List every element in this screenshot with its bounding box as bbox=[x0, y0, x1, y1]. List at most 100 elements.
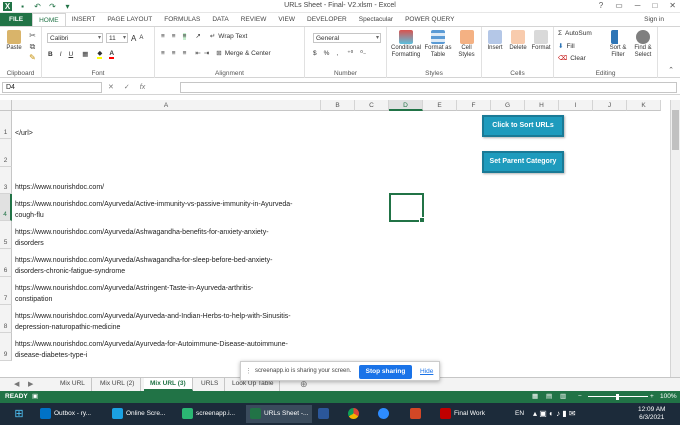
maximize-icon[interactable]: □ bbox=[652, 1, 657, 10]
close-icon[interactable]: ✕ bbox=[669, 1, 676, 10]
ribbon-display-icon[interactable]: ▭ bbox=[615, 1, 623, 10]
powerpoint-icon[interactable] bbox=[410, 405, 424, 423]
prev-sheet-icon[interactable]: ◀ bbox=[14, 380, 19, 388]
align-center-icon[interactable]: ≡ bbox=[172, 50, 176, 57]
cell-a9-line1[interactable]: https://www.nourishdoc.com/Ayurveda/Ayur… bbox=[15, 339, 288, 350]
column-header-b[interactable]: B bbox=[321, 100, 355, 111]
row-header[interactable]: 8 bbox=[0, 305, 12, 333]
column-header-j[interactable]: J bbox=[593, 100, 627, 111]
cell-a6-line1[interactable]: https://www.nourishdoc.com/Ayurveda/Ashw… bbox=[15, 255, 272, 266]
autosum-button[interactable]: AutoSum bbox=[565, 30, 592, 37]
taskbar-item-excel[interactable]: URLs Sheet -... bbox=[246, 405, 313, 423]
zoom-app-icon[interactable] bbox=[378, 405, 392, 423]
set-parent-category-macro-button[interactable]: Set Parent Category bbox=[482, 151, 564, 173]
insert-cells-button[interactable]: Insert bbox=[484, 30, 506, 52]
sheet-tab-mix-url[interactable]: Mix URL bbox=[54, 378, 92, 391]
taskbar-clock[interactable]: 12:09 AM 6/3/2021 bbox=[638, 406, 665, 424]
tab-page-layout[interactable]: PAGE LAYOUT bbox=[101, 13, 158, 26]
scroll-thumb[interactable] bbox=[672, 110, 679, 150]
indent-icon[interactable]: ⇤ bbox=[195, 49, 200, 57]
format-painter-icon[interactable]: ✎ bbox=[28, 53, 37, 62]
tab-insert[interactable]: INSERT bbox=[66, 13, 102, 26]
help-icon[interactable]: ? bbox=[599, 1, 603, 10]
delete-cells-button[interactable]: Delete bbox=[507, 30, 529, 52]
column-header-a[interactable]: A bbox=[12, 100, 321, 111]
tab-data[interactable]: DATA bbox=[206, 13, 234, 26]
tab-file[interactable]: FILE bbox=[0, 13, 33, 26]
column-header-e[interactable]: E bbox=[423, 100, 457, 111]
paste-button[interactable]: Paste bbox=[4, 30, 24, 52]
sign-in-link[interactable]: Sign in bbox=[644, 16, 664, 23]
column-header-k[interactable]: K bbox=[627, 100, 661, 111]
sheet-tab-urls[interactable]: URLS bbox=[195, 378, 226, 391]
format-cells-button[interactable]: Format bbox=[530, 30, 552, 52]
cell-a7-line2[interactable]: constipation bbox=[15, 294, 52, 305]
cell-a9-line2[interactable]: disease-diabetes-type-i bbox=[15, 350, 87, 361]
page-layout-view-icon[interactable]: ▤ bbox=[546, 391, 552, 403]
cell-styles-button[interactable]: Cell Styles bbox=[454, 30, 479, 59]
start-windows-icon[interactable]: ⊞ bbox=[5, 405, 33, 423]
number-format-select[interactable]: General bbox=[313, 33, 381, 43]
collapse-ribbon-icon[interactable]: ⌃ bbox=[668, 66, 674, 74]
language-indicator[interactable]: EN bbox=[515, 405, 524, 423]
cell-a3[interactable]: https://www.nourishdoc.com/ bbox=[15, 182, 104, 193]
cell-a4-line2[interactable]: cough-flu bbox=[15, 210, 44, 221]
comma-button[interactable]: , bbox=[336, 50, 338, 57]
select-all-corner[interactable] bbox=[0, 100, 12, 111]
zoom-thumb[interactable] bbox=[616, 394, 619, 400]
minimize-icon[interactable]: ─ bbox=[635, 1, 641, 10]
italic-button[interactable]: I bbox=[60, 51, 62, 58]
fill-button[interactable]: Fill bbox=[566, 43, 574, 50]
cell-a7-line1[interactable]: https://www.nourishdoc.com/Ayurveda/Astr… bbox=[15, 283, 253, 294]
merge-center-button[interactable]: Merge & Center bbox=[225, 50, 271, 57]
tab-view[interactable]: VIEW bbox=[272, 13, 301, 26]
tab-power-query[interactable]: POWER QUERY bbox=[399, 13, 460, 26]
tab-formulas[interactable]: FORMULAS bbox=[158, 13, 206, 26]
taskbar-item-outbox[interactable]: Outbox - ry... bbox=[40, 405, 91, 423]
chrome-icon[interactable] bbox=[348, 405, 362, 423]
underline-button[interactable]: U bbox=[69, 51, 74, 58]
tab-developer[interactable]: DEVELOPER bbox=[301, 13, 353, 26]
next-sheet-icon[interactable]: ▶ bbox=[28, 380, 33, 388]
column-header-h[interactable]: H bbox=[525, 100, 559, 111]
decrease-decimal-icon[interactable]: ⁰₋ bbox=[360, 49, 366, 57]
zoom-out-icon[interactable]: − bbox=[578, 391, 582, 403]
percent-button[interactable]: % bbox=[324, 50, 330, 57]
column-header-d[interactable]: D bbox=[389, 100, 423, 111]
borders-icon[interactable]: ▦ bbox=[82, 50, 88, 58]
shrink-font-button[interactable]: A bbox=[139, 35, 143, 41]
row-header[interactable]: 1 bbox=[0, 111, 12, 139]
taskbar-item-online-screen[interactable]: Online Scre... bbox=[112, 405, 165, 423]
column-header-g[interactable]: G bbox=[491, 100, 525, 111]
font-color-button[interactable]: A bbox=[109, 50, 115, 59]
outdent-icon[interactable]: ⇥ bbox=[204, 49, 209, 57]
tab-spectacular[interactable]: Spectacular bbox=[353, 13, 399, 26]
page-break-view-icon[interactable]: ▥ bbox=[560, 391, 566, 403]
tray-icons[interactable]: ▴ ▣ ◐ ♪ ▮ ✉ bbox=[533, 405, 576, 423]
wrap-text-icon[interactable]: ↵ bbox=[210, 32, 215, 40]
sheet-tab-mix-url-3[interactable]: Mix URL (3) bbox=[144, 378, 193, 391]
enter-entry-icon[interactable]: ✓ bbox=[124, 82, 130, 93]
column-header-i[interactable]: I bbox=[559, 100, 593, 111]
font-size-select[interactable]: 11 bbox=[106, 33, 128, 43]
row-header[interactable]: 3 bbox=[0, 167, 12, 194]
taskbar-item-final-work[interactable]: Final Work bbox=[440, 405, 485, 423]
macro-record-icon[interactable]: ▣ bbox=[32, 391, 38, 403]
row-header[interactable]: 9 bbox=[0, 333, 12, 361]
align-left-icon[interactable]: ≡ bbox=[161, 50, 165, 57]
zoom-level[interactable]: 100% bbox=[660, 391, 677, 403]
taskbar-item-screenapp[interactable]: screenapp.i... bbox=[182, 405, 235, 423]
cell-a1[interactable]: </url> bbox=[15, 128, 33, 139]
worksheet-grid[interactable]: A B C D E F G H I J K 1 </url> 2 3 https… bbox=[0, 100, 670, 377]
tab-home[interactable]: HOME bbox=[32, 13, 66, 26]
name-box[interactable]: D4 bbox=[2, 82, 102, 93]
bold-button[interactable]: B bbox=[48, 51, 53, 58]
align-middle-icon[interactable]: ≡ bbox=[172, 33, 176, 40]
hide-share-link[interactable]: Hide bbox=[420, 368, 433, 375]
increase-decimal-icon[interactable]: ⁺⁰ bbox=[347, 49, 353, 57]
orientation-icon[interactable]: ↗ bbox=[195, 32, 200, 40]
cell-a8-line2[interactable]: depression-naturopathic-medicine bbox=[15, 322, 120, 333]
wrap-text-button[interactable]: Wrap Text bbox=[218, 33, 247, 40]
cell-a5-line1[interactable]: https://www.nourishdoc.com/Ayurveda/Ashw… bbox=[15, 227, 269, 238]
copy-icon[interactable]: ⧉ bbox=[28, 42, 37, 51]
